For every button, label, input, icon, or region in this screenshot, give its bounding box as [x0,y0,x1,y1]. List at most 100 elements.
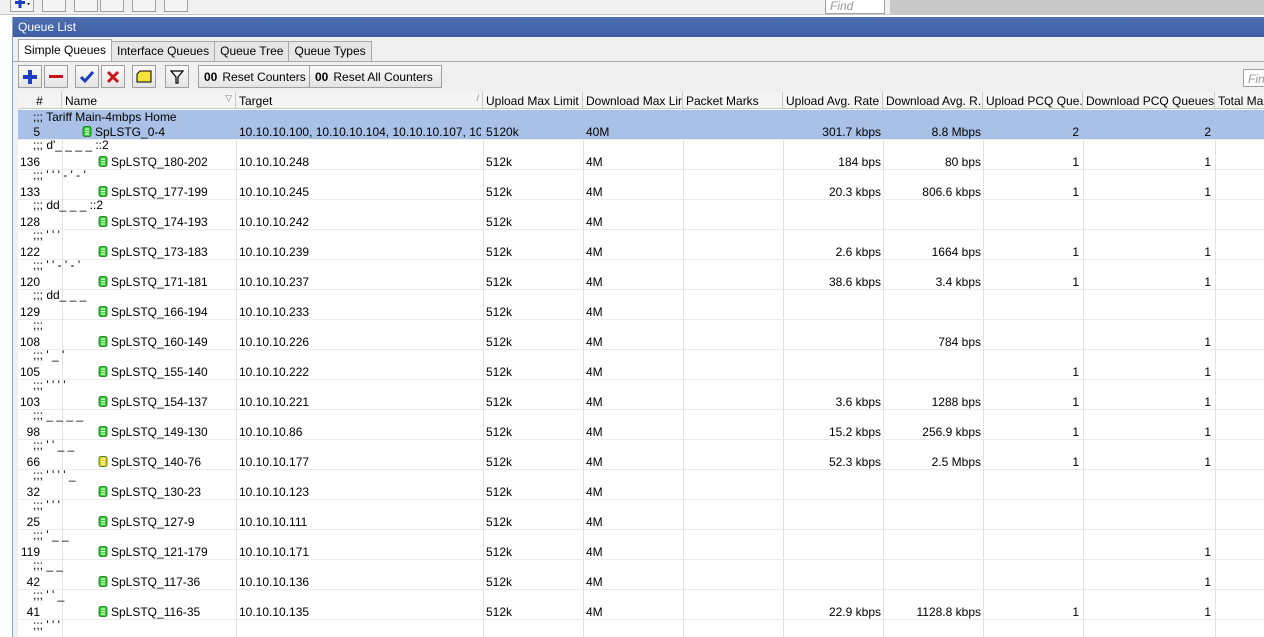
download-avg-rate[interactable]: 256.9 kbps [885,425,981,439]
comment-row[interactable]: ;;; d'_ _ _ _ ::2 [18,140,1264,152]
download-max-limit[interactable]: 4M [586,185,681,199]
upload-max-limit[interactable]: 512k [486,575,581,589]
download-avg-rate[interactable] [885,305,981,319]
enable-button[interactable] [75,65,99,88]
upload-avg-rate[interactable] [785,545,881,559]
queue-target[interactable]: 10.10.10.248 [239,155,481,169]
queue-target[interactable]: 10.10.10.136 [239,575,481,589]
queue-name[interactable]: SpLSTQ_174-193 [111,215,235,229]
col-download-pcq-queues-header[interactable]: Download PCQ Queues [1083,92,1215,109]
upload-pcq-queues[interactable] [985,215,1079,229]
upload-max-limit[interactable]: 512k [486,605,581,619]
queue-target[interactable]: 10.10.10.239 [239,245,481,259]
download-avg-rate[interactable]: 3.4 kbps [885,275,981,289]
upload-max-limit[interactable]: 512k [486,185,581,199]
group-comment-row[interactable]: ;;; Tariff Main-4mbps Home [18,110,1264,124]
download-max-limit[interactable]: 4M [586,305,681,319]
download-avg-rate[interactable]: 2.5 Mbps [885,455,981,469]
upload-avg-rate[interactable]: 52.3 kbps [785,455,881,469]
comment-row[interactable]: ;;; ' ' - ' - ' [18,260,1264,272]
upload-max-limit[interactable]: 512k [486,215,581,229]
upload-max-limit[interactable]: 512k [486,365,581,379]
download-max-limit[interactable]: 4M [586,545,681,559]
download-pcq-queues[interactable]: 1 [1085,575,1211,589]
queue-name[interactable]: SpLSTQ_121-179 [111,545,235,559]
queue-target[interactable]: 10.10.10.171 [239,545,481,559]
queue-name[interactable]: SpLSTQ_160-149 [111,335,235,349]
download-max-limit[interactable]: 4M [586,425,681,439]
row-number[interactable]: 32 [18,485,40,499]
download-max-limit[interactable]: 4M [586,575,681,589]
download-max-limit[interactable]: 4M [586,275,681,289]
comment-button[interactable] [132,65,156,88]
download-avg-rate[interactable] [885,545,981,559]
queue-target[interactable]: 10.10.10.226 [239,335,481,349]
queue-name[interactable]: SpLSTQ_173-183 [111,245,235,259]
row-number[interactable]: 108 [18,335,40,349]
col-name-header[interactable]: Name ▽ [62,92,236,109]
upload-avg-rate[interactable] [785,485,881,499]
filter-button[interactable] [165,65,189,88]
queue-target[interactable]: 10.10.10.237 [239,275,481,289]
upload-avg-rate[interactable] [785,305,881,319]
upload-pcq-queues[interactable]: 1 [985,275,1079,289]
row-number[interactable]: 129 [18,305,40,319]
upload-pcq-queues[interactable]: 1 [985,605,1079,619]
queue-name[interactable]: SpLSTQ_127-9 [111,515,235,529]
comment-row[interactable]: ;;; _ _ _ _ [18,410,1264,422]
download-pcq-queues[interactable]: 1 [1085,425,1211,439]
upload-pcq-queues[interactable]: 1 [985,425,1079,439]
queue-name[interactable]: SpLSTQ_166-194 [111,305,235,319]
upload-max-limit[interactable]: 512k [486,545,581,559]
comment-row[interactable]: ;;; ' ' ' [18,500,1264,512]
download-pcq-queues[interactable]: 1 [1085,155,1211,169]
filter-icon[interactable] [164,0,188,12]
enable-icon[interactable] [74,0,98,12]
download-max-limit[interactable]: 4M [586,395,681,409]
upload-avg-rate[interactable]: 15.2 kbps [785,425,881,439]
download-max-limit[interactable]: 4M [586,605,681,619]
disable-icon[interactable] [100,0,124,12]
comment-row[interactable]: ;;; ' _ ' [18,350,1264,362]
row-number[interactable]: 133 [18,185,40,199]
download-max-limit[interactable]: 40M [586,125,681,139]
upload-avg-rate[interactable]: 20.3 kbps [785,185,881,199]
row-number[interactable]: 25 [18,515,40,529]
row-number[interactable]: 5 [18,125,40,139]
download-max-limit[interactable]: 4M [586,365,681,379]
row-number[interactable]: 136 [18,155,40,169]
queue-name[interactable]: SpLSTQ_154-137 [111,395,235,409]
download-pcq-queues[interactable]: 2 [1085,125,1211,139]
upload-avg-rate[interactable] [785,575,881,589]
row-number[interactable]: 42 [18,575,40,589]
queue-target[interactable]: 10.10.10.100, 10.10.10.104, 10.10.10.107… [239,125,481,139]
comment-row[interactable]: ;;; dd_ _ _ [18,290,1264,302]
upload-pcq-queues[interactable] [985,575,1079,589]
col-upload-avg-rate-header[interactable]: Upload Avg. Rate [783,92,883,109]
comment-row[interactable]: ;;; ' ' ' ' _ [18,470,1264,482]
queue-target[interactable]: 10.10.10.222 [239,365,481,379]
download-avg-rate[interactable]: 8.8 Mbps [885,125,981,139]
row-number[interactable]: 120 [18,275,40,289]
download-avg-rate[interactable]: 784 bps [885,335,981,349]
download-pcq-queues[interactable]: 1 [1085,455,1211,469]
queue-target[interactable]: 10.10.10.135 [239,605,481,619]
comment-row[interactable]: ;;; ' ' _ [18,590,1264,602]
queue-target[interactable]: 10.10.10.177 [239,455,481,469]
col-upload-max-limit-header[interactable]: Upload Max Limit [483,92,583,109]
download-pcq-queues[interactable]: 1 [1085,335,1211,349]
queue-name[interactable]: SpLSTQ_155-140 [111,365,235,379]
download-max-limit[interactable]: 4M [586,485,681,499]
row-number[interactable]: 105 [18,365,40,379]
row-number[interactable]: 66 [18,455,40,469]
comment-row[interactable]: ;;; ' ' ' - ' - ' [18,170,1264,182]
upload-pcq-queues[interactable] [985,545,1079,559]
upload-max-limit[interactable]: 512k [486,425,581,439]
download-max-limit[interactable]: 4M [586,335,681,349]
queue-name[interactable]: SpLSTQ_116-35 [111,605,235,619]
queue-target[interactable]: 10.10.10.86 [239,425,481,439]
download-avg-rate[interactable] [885,215,981,229]
upload-pcq-queues[interactable] [985,485,1079,499]
upload-max-limit[interactable]: 512k [486,455,581,469]
upload-max-limit[interactable]: 512k [486,155,581,169]
